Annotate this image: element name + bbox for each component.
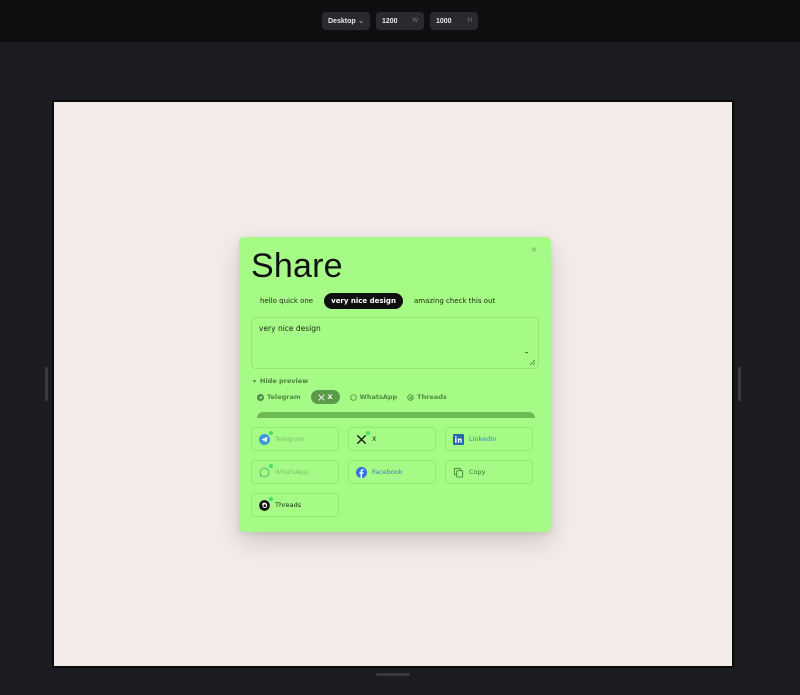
left-resize-handle[interactable] bbox=[45, 367, 48, 401]
status-dot bbox=[269, 463, 273, 468]
tab-preview-x[interactable]: X bbox=[310, 390, 340, 404]
tab-preview-whatsapp[interactable]: WhatsApp bbox=[349, 390, 398, 404]
height-input[interactable]: 1000 H bbox=[430, 12, 478, 30]
status-dot bbox=[269, 496, 273, 501]
resize-grip-icon[interactable] bbox=[528, 358, 536, 366]
message-textarea[interactable]: very nice design bbox=[251, 317, 539, 369]
bottom-resize-handle[interactable] bbox=[376, 673, 410, 676]
share-card: × Share hello quick one very nice design… bbox=[239, 237, 551, 532]
tab-label: WhatsApp bbox=[359, 393, 398, 401]
message-text: very nice design bbox=[259, 324, 321, 333]
width-input[interactable]: 1200 W bbox=[376, 12, 424, 30]
height-value: 1000 bbox=[436, 17, 452, 25]
tab-label: Telegram bbox=[267, 393, 301, 401]
threads-icon bbox=[259, 496, 273, 511]
chevron-down-icon: ⌄ bbox=[358, 18, 364, 25]
device-select-label: Desktop bbox=[328, 17, 356, 25]
share-button-label: WhatsApp bbox=[275, 468, 309, 476]
linkedin-icon bbox=[453, 433, 464, 445]
share-linkedin-button[interactable]: LinkedIn bbox=[445, 427, 533, 451]
share-button-label: Facebook bbox=[372, 468, 403, 476]
status-dot bbox=[366, 430, 370, 435]
device-select[interactable]: Desktop ⌄ bbox=[322, 12, 370, 30]
x-icon bbox=[318, 393, 325, 401]
phrase-chip[interactable]: hello quick one bbox=[253, 293, 320, 309]
close-icon[interactable]: × bbox=[529, 245, 539, 255]
share-x-button[interactable]: X bbox=[348, 427, 436, 451]
loading-spinner-icon bbox=[524, 352, 529, 357]
share-whatsapp-button[interactable]: WhatsApp bbox=[251, 460, 339, 484]
right-resize-handle[interactable] bbox=[738, 367, 741, 401]
share-button-label: Threads bbox=[275, 501, 302, 509]
device-toolbar: Desktop ⌄ 1200 W 1000 H bbox=[0, 0, 800, 42]
phrase-chip[interactable]: amazing check this out bbox=[407, 293, 502, 309]
share-telegram-button[interactable]: Telegram bbox=[251, 427, 339, 451]
status-dot bbox=[269, 430, 273, 435]
telegram-icon bbox=[259, 430, 273, 445]
threads-icon bbox=[407, 393, 414, 401]
tab-label: X bbox=[327, 393, 333, 401]
tab-preview-threads[interactable]: Threads bbox=[407, 390, 447, 404]
share-button-label: LinkedIn bbox=[469, 435, 497, 443]
hide-preview-toggle[interactable]: ▾ Hide preview bbox=[253, 377, 308, 385]
telegram-icon bbox=[257, 393, 264, 401]
hide-preview-label: Hide preview bbox=[260, 377, 309, 385]
copy-link-button[interactable]: Copy bbox=[445, 460, 533, 484]
whatsapp-icon bbox=[349, 393, 357, 401]
tab-label: Threads bbox=[417, 393, 447, 401]
copy-icon bbox=[453, 467, 464, 478]
whatsapp-icon bbox=[259, 463, 273, 478]
x-icon bbox=[356, 430, 370, 445]
chevron-down-icon: ▾ bbox=[253, 377, 257, 385]
tab-preview-telegram[interactable]: Telegram bbox=[257, 390, 301, 404]
preview-viewport: × Share hello quick one very nice design… bbox=[52, 100, 734, 668]
width-unit: W bbox=[412, 18, 418, 24]
phrase-chip-active[interactable]: very nice design bbox=[324, 293, 403, 309]
share-button-label: Telegram bbox=[275, 435, 305, 443]
page-title: Share bbox=[251, 247, 343, 285]
share-threads-button[interactable]: Threads bbox=[251, 493, 339, 517]
share-button-label: X bbox=[372, 435, 377, 443]
phrase-chips: hello quick one very nice design amazing… bbox=[253, 293, 502, 309]
width-value: 1200 bbox=[382, 17, 398, 25]
preview-tabs: Telegram X WhatsApp Threads bbox=[257, 390, 447, 404]
height-unit: H bbox=[467, 18, 472, 24]
share-button-label: Copy bbox=[469, 468, 486, 476]
preview-panel bbox=[257, 412, 535, 418]
share-facebook-button[interactable]: Facebook bbox=[348, 460, 436, 484]
facebook-icon bbox=[356, 466, 367, 478]
